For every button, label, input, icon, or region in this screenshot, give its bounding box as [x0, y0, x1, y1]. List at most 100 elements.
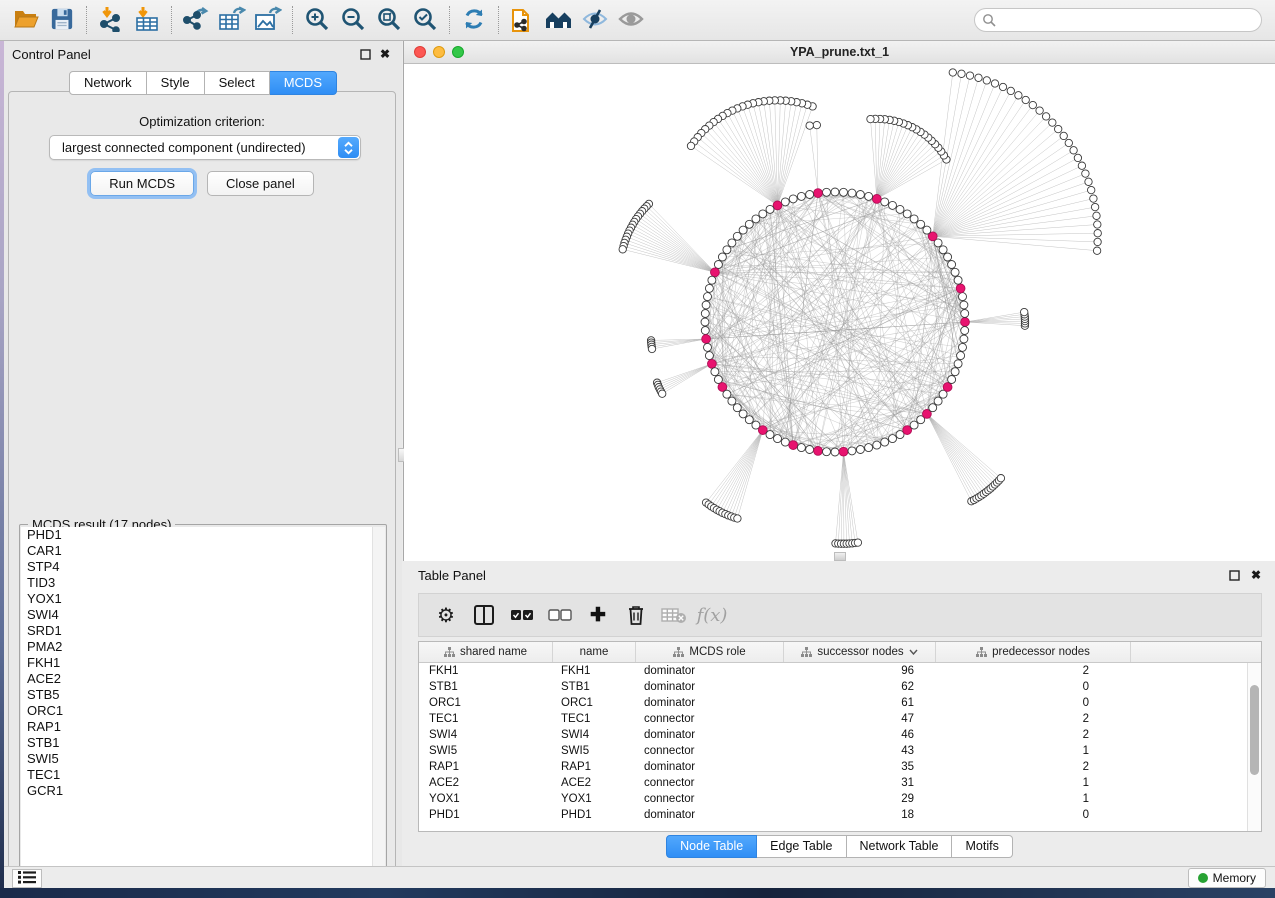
mcds-result-item[interactable]: RAP1	[21, 719, 374, 735]
network-view-window: YPA_prune.txt_1	[404, 41, 1275, 561]
table-cell: TEC1	[419, 713, 553, 725]
optimization-criterion-dropdown[interactable]: largest connected component (undirected)	[49, 135, 361, 160]
table-scrollbar[interactable]	[1247, 663, 1261, 831]
tab-edge-table[interactable]: Edge Table	[757, 835, 846, 858]
add-column-icon[interactable]: ✚	[581, 598, 615, 632]
table-cell: 35	[784, 761, 936, 773]
desktop-edge-bottom	[0, 888, 1275, 898]
mcds-result-item[interactable]: STP4	[21, 559, 374, 575]
table-cell: SWI4	[553, 729, 636, 741]
hide-selected-button[interactable]	[577, 4, 613, 36]
table-cell: RAP1	[419, 761, 553, 773]
mcds-result-item[interactable]: TID3	[21, 575, 374, 591]
memory-label: Memory	[1213, 871, 1256, 885]
table-row[interactable]: TEC1TEC1connector472	[419, 711, 1247, 727]
mcds-result-item[interactable]: TEC1	[21, 767, 374, 783]
tab-mcds[interactable]: MCDS	[270, 71, 337, 95]
trash-icon[interactable]	[619, 598, 653, 632]
table-row[interactable]: SWI4SWI4dominator462	[419, 727, 1247, 743]
mcds-result-item[interactable]: GCR1	[21, 783, 374, 799]
table-row[interactable]: ACE2ACE2connector311	[419, 775, 1247, 791]
table-panel-header: Table Panel ✖	[404, 562, 1275, 588]
refresh-button[interactable]	[456, 4, 492, 36]
mcds-list-scrollbar[interactable]	[372, 527, 385, 879]
column-header-successor-nodes[interactable]: successor nodes	[784, 642, 936, 662]
mcds-result-item[interactable]: FKH1	[21, 655, 374, 671]
table-row[interactable]: YOX1YOX1connector291	[419, 791, 1247, 807]
table-cell: RAP1	[553, 761, 636, 773]
mcds-result-item[interactable]: YOX1	[21, 591, 374, 607]
mcds-result-item[interactable]: PHD1	[21, 527, 374, 543]
select-all-icon[interactable]	[505, 598, 539, 632]
zoom-out-button[interactable]	[335, 4, 371, 36]
show-all-button[interactable]	[613, 4, 649, 36]
search-field[interactable]	[974, 8, 1262, 32]
horizontal-splitter-handle[interactable]	[834, 552, 846, 561]
import-table-button[interactable]	[129, 4, 165, 36]
table-cell: SWI5	[419, 745, 553, 757]
mcds-result-item[interactable]: ACE2	[21, 671, 374, 687]
column-header-MCDS-role[interactable]: MCDS role	[636, 642, 784, 662]
first-neighbors-button[interactable]	[541, 4, 577, 36]
tree-column-icon	[444, 647, 455, 658]
table-row[interactable]: PHD1PHD1dominator180	[419, 807, 1247, 823]
network-canvas[interactable]	[404, 64, 1275, 561]
tab-node-table[interactable]: Node Table	[666, 835, 757, 858]
mcds-result-item[interactable]: STB1	[21, 735, 374, 751]
table-cell: 1	[936, 793, 1131, 805]
task-history-button[interactable]	[12, 869, 42, 888]
main-toolbar	[0, 0, 1275, 41]
mcds-result-item[interactable]: STB5	[21, 687, 374, 703]
network-graph[interactable]	[404, 64, 1275, 561]
close-table-panel-icon[interactable]: ✖	[1249, 568, 1263, 582]
import-network-button[interactable]	[93, 4, 129, 36]
column-header-shared-name[interactable]: shared name	[419, 642, 553, 662]
table-row[interactable]: SWI5SWI5connector431	[419, 743, 1247, 759]
tab-network[interactable]: Network	[69, 71, 147, 95]
table-row[interactable]: RAP1RAP1dominator352	[419, 759, 1247, 775]
mcds-result-item[interactable]: CAR1	[21, 543, 374, 559]
list-icon	[17, 870, 37, 887]
close-panel-button[interactable]: Close panel	[207, 171, 314, 196]
memory-button[interactable]: Memory	[1188, 868, 1266, 888]
run-mcds-button[interactable]: Run MCDS	[90, 171, 194, 196]
network-from-file-button[interactable]	[505, 4, 541, 36]
export-image-button[interactable]	[250, 4, 286, 36]
export-table-button[interactable]	[214, 4, 250, 36]
mcds-result-item[interactable]: SWI4	[21, 607, 374, 623]
tab-style[interactable]: Style	[147, 71, 205, 95]
mcds-result-item[interactable]: PMA2	[21, 639, 374, 655]
tab-network-table[interactable]: Network Table	[847, 835, 953, 858]
column-view-icon[interactable]	[467, 598, 501, 632]
zoom-fit-button[interactable]	[371, 4, 407, 36]
network-window-titlebar[interactable]: YPA_prune.txt_1	[404, 41, 1275, 64]
zoom-in-button[interactable]	[299, 4, 335, 36]
floppy-disk-icon	[50, 7, 74, 34]
mcds-result-list[interactable]: PHD1CAR1STP4TID3YOX1SWI4SRD1PMA2FKH1ACE2…	[21, 527, 374, 879]
deselect-all-icon[interactable]	[543, 598, 577, 632]
float-window-icon[interactable]	[358, 47, 372, 61]
tab-motifs[interactable]: Motifs	[952, 835, 1012, 858]
dropdown-stepper-icon	[338, 137, 359, 158]
mcds-result-item[interactable]: SWI5	[21, 751, 374, 767]
zoom-selected-button[interactable]	[407, 4, 443, 36]
mcds-result-item[interactable]: ORC1	[21, 703, 374, 719]
export-network-button[interactable]	[178, 4, 214, 36]
column-header-predecessor-nodes[interactable]: predecessor nodes	[936, 642, 1131, 662]
column-header-name[interactable]: name	[553, 642, 636, 662]
table-cell: SWI4	[419, 729, 553, 741]
close-panel-icon[interactable]: ✖	[378, 47, 392, 61]
table-row[interactable]: FKH1FKH1dominator962	[419, 663, 1247, 679]
save-session-button[interactable]	[44, 4, 80, 36]
table-row[interactable]: STB1STB1dominator620	[419, 679, 1247, 695]
gear-icon[interactable]: ⚙	[429, 598, 463, 632]
open-session-button[interactable]	[8, 4, 44, 36]
tab-select[interactable]: Select	[205, 71, 270, 95]
float-table-panel-icon[interactable]	[1227, 568, 1241, 582]
search-input[interactable]	[997, 11, 1261, 29]
mcds-result-item[interactable]: SRD1	[21, 623, 374, 639]
table-row[interactable]: ORC1ORC1dominator610	[419, 695, 1247, 711]
table-cell: YOX1	[553, 793, 636, 805]
table-cell: dominator	[636, 729, 784, 741]
table-scrollbar-thumb[interactable]	[1250, 685, 1259, 775]
